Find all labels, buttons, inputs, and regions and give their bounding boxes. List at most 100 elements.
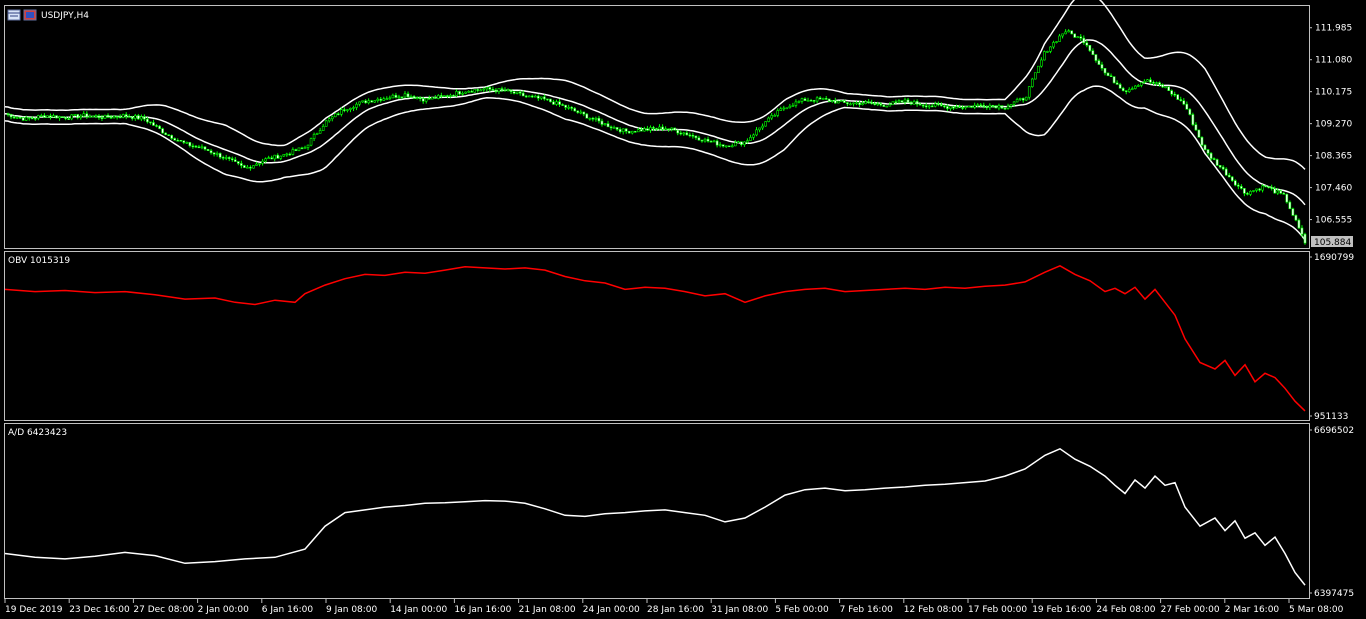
candle-body (740, 141, 743, 145)
candle-body (134, 115, 137, 119)
candle-body (179, 139, 183, 142)
candle-body (143, 116, 146, 120)
time-tick-label: 27 Dec 08:00 (133, 605, 194, 615)
candle-body (1279, 190, 1283, 194)
candle-body (452, 94, 455, 97)
chart-canvas[interactable]: 111.985 111.080 110.175 109.270 108.365 107.4… (0, 0, 1366, 619)
candle-body (818, 97, 822, 100)
candle-body (864, 101, 867, 104)
candle-body (1224, 168, 1228, 176)
candle-body (49, 115, 52, 118)
candle-body (112, 115, 116, 119)
candle-body (530, 95, 534, 98)
candle-body (1055, 41, 1058, 43)
candle-body (870, 102, 873, 104)
candle-body (1261, 185, 1264, 191)
candle-body (624, 128, 628, 132)
obv-panel[interactable]: OBV 1015319 1690799 951133 (4, 251, 1355, 423)
candle-body (1124, 90, 1128, 92)
time-tick-label: 2 Mar 16:00 (1225, 605, 1280, 615)
candle-body (446, 95, 449, 97)
candle-body (1188, 108, 1192, 115)
candle-body (1100, 64, 1104, 69)
time-tick-label: 5 Feb 00:00 (775, 605, 829, 615)
candle-body (594, 117, 598, 120)
candle-body (776, 110, 780, 116)
candle-body (1064, 31, 1067, 35)
candle-body (1243, 188, 1246, 194)
candle-body (843, 100, 846, 103)
candle-body (1006, 105, 1010, 109)
candle-body (937, 103, 940, 106)
candle-body (337, 113, 340, 116)
candle-body (1009, 103, 1013, 107)
candle-body (434, 97, 437, 99)
candle-body (1182, 100, 1186, 105)
candle-body (730, 145, 734, 148)
candle-body (588, 117, 592, 120)
candle-body (637, 129, 640, 133)
candle-body (900, 100, 904, 103)
candle-body (58, 116, 61, 119)
time-tick-label: 17 Feb 00:00 (968, 605, 1027, 615)
candle-body (1258, 188, 1261, 191)
candle-body (1252, 190, 1255, 192)
candle-body (340, 109, 343, 115)
candle-body (879, 103, 883, 106)
symbol-title-text: USDJPY,H4 (41, 11, 89, 21)
candle-body (1000, 105, 1004, 109)
candle-body (127, 116, 131, 118)
candle-body (1046, 51, 1049, 53)
candle-body (852, 102, 855, 105)
candle-body (200, 146, 204, 149)
candle-body (1134, 85, 1137, 89)
candle-body (700, 139, 704, 142)
candle-body (191, 145, 195, 148)
candle-body (18, 116, 22, 119)
candle-body (215, 153, 219, 155)
candle-body (846, 102, 849, 105)
candle-body (403, 93, 407, 98)
candle-body (197, 146, 201, 149)
candle-body (164, 132, 167, 135)
candle-body (67, 118, 70, 120)
candle-body (1273, 188, 1276, 194)
candle-body (882, 104, 886, 107)
ad-title: A/D 6423423 (8, 428, 67, 438)
candle-body (579, 111, 583, 114)
price-panel[interactable]: 111.985 111.080 110.175 109.270 108.365 107.4… (4, 0, 1354, 249)
candle-body (346, 109, 349, 111)
candle-body (815, 97, 819, 102)
candle-body (706, 138, 710, 142)
candle-body (158, 125, 161, 129)
ad-panel[interactable]: A/D 6423423 6696502 6397475 (4, 423, 1355, 600)
candle-body (703, 138, 707, 142)
candle-body (1161, 84, 1164, 88)
candle-body (1061, 33, 1064, 37)
candle-body (137, 115, 140, 120)
candle-body (1067, 30, 1070, 33)
candle-body (82, 113, 86, 117)
candle-body (709, 140, 713, 143)
candle-body (109, 116, 113, 119)
candle-body (330, 116, 334, 120)
candle-body (455, 91, 458, 96)
candle-body (785, 107, 789, 110)
candle-body (1164, 86, 1167, 89)
candle-body (779, 108, 783, 111)
candle-body (230, 158, 234, 161)
candle-body (149, 121, 152, 124)
candle-body (1291, 208, 1295, 216)
candle-body (661, 126, 664, 130)
candle-body (1240, 186, 1243, 189)
candle-body (124, 114, 128, 117)
candle-body (343, 109, 346, 111)
candle-body (1140, 82, 1143, 86)
candle-body (615, 127, 619, 130)
candle-body (855, 102, 858, 105)
candle-body (897, 100, 901, 103)
candle-body (715, 140, 719, 146)
candle-body (1109, 75, 1113, 77)
candle-body (612, 127, 616, 129)
candle-body (664, 128, 667, 131)
